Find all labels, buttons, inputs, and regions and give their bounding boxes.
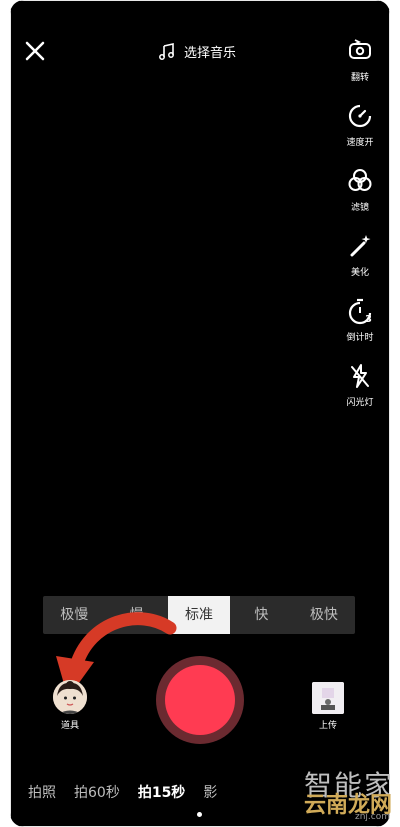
filter-icon [345,166,375,196]
tool-flash-label: 闪光灯 [346,398,374,408]
speed-icon [345,101,375,131]
speed-option-fastest[interactable]: 极快 [293,596,355,634]
tool-flip[interactable]: 翻转 [340,36,380,101]
magic-wand-icon [345,231,375,261]
props-label: 道具 [60,721,79,731]
record-button[interactable] [156,656,244,744]
camera-screen: 选择音乐 翻转 速度开 滤镜 美化 3 倒计时 闪光灯 极慢 慢 标准 快 极快… [10,0,390,827]
close-button[interactable] [22,38,48,64]
props-button[interactable]: 道具 [50,680,90,731]
right-toolbar: 翻转 速度开 滤镜 美化 3 倒计时 闪光灯 [340,36,380,426]
select-music-button[interactable]: 选择音乐 [158,42,236,61]
tool-flip-label: 翻转 [350,73,369,83]
props-avatar [53,680,87,714]
speed-option-fast[interactable]: 快 [230,596,292,634]
music-label: 选择音乐 [184,46,237,61]
upload-button[interactable]: 上传 [308,682,348,731]
upload-thumbnail [312,682,344,714]
tool-flash[interactable]: 闪光灯 [340,361,380,426]
tool-beauty-label: 美化 [350,268,369,278]
flash-off-icon [345,361,375,391]
close-icon [25,41,45,61]
tool-speed[interactable]: 速度开 [340,101,380,166]
mode-film[interactable]: 影 [203,782,217,802]
tool-beauty[interactable]: 美化 [340,231,380,296]
tool-speed-label: 速度开 [346,138,374,148]
mode-photo[interactable]: 拍照 [28,782,56,802]
mode-15s[interactable]: 拍15秒 [138,782,185,802]
flip-camera-icon [345,36,375,66]
active-mode-indicator [197,812,202,817]
tool-timer[interactable]: 3 倒计时 [340,296,380,361]
timer-icon: 3 [345,296,375,326]
mode-60s[interactable]: 拍60秒 [74,782,120,802]
music-note-icon [159,42,174,60]
svg-text:3: 3 [365,314,372,325]
tool-timer-label: 倒计时 [346,333,374,343]
tool-filter[interactable]: 滤镜 [340,166,380,231]
upload-label: 上传 [318,721,337,731]
watermark-domain: znj.com [354,812,390,822]
tool-filter-label: 滤镜 [350,203,369,213]
record-button-inner [165,665,235,735]
